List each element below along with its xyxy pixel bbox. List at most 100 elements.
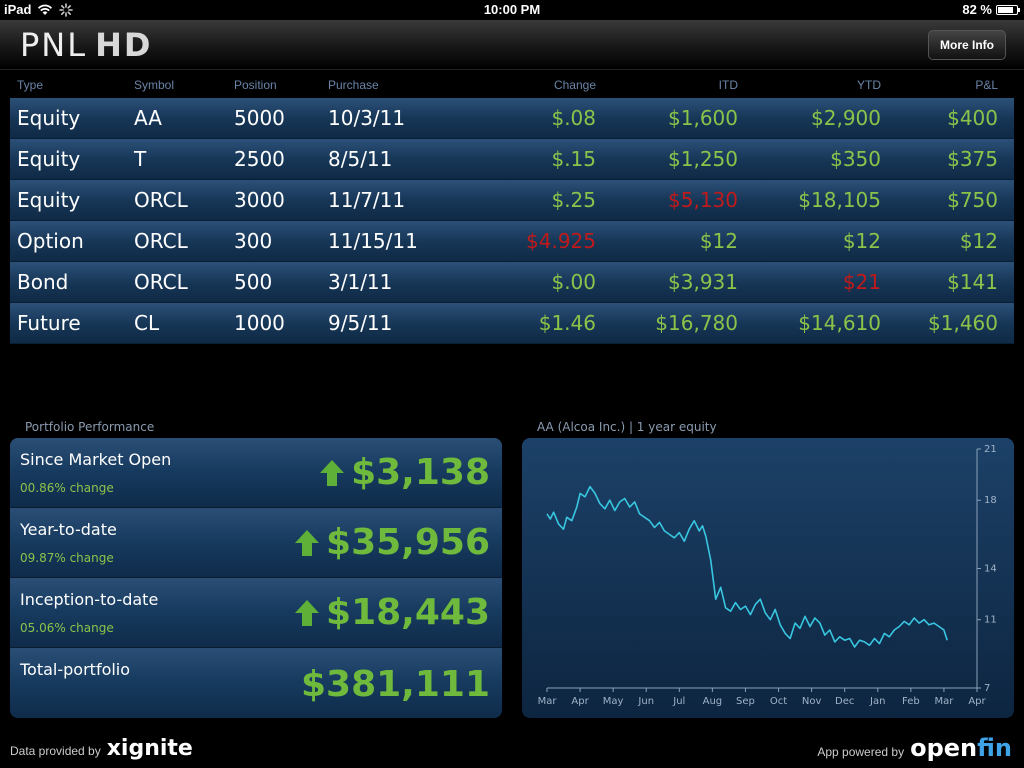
more-info-button[interactable]: More Info bbox=[928, 30, 1006, 60]
cell-ytd: $14,610 bbox=[798, 311, 881, 335]
openfin-logo-open: open bbox=[910, 734, 978, 762]
cell-change: $.00 bbox=[551, 270, 596, 294]
performance-label: Total-portfolio bbox=[20, 660, 131, 679]
performance-value: $3,138 bbox=[319, 452, 490, 493]
app-logo: PNL HD bbox=[20, 26, 152, 64]
cell-change: $.25 bbox=[551, 188, 596, 212]
cell-pnl: $400 bbox=[947, 106, 998, 130]
performance-row[interactable]: Since Market Open 00.86% change $3,138 bbox=[10, 438, 502, 508]
cell-itd: $1,600 bbox=[668, 106, 738, 130]
portfolio-performance-panel: Since Market Open 00.86% change $3,138 Y… bbox=[10, 438, 502, 718]
table-row[interactable]: Equity AA 5000 10/3/11 $.08 $1,600 $2,90… bbox=[10, 98, 1014, 139]
openfin-logo[interactable]: openfin bbox=[910, 734, 1012, 762]
cell-change: $1.46 bbox=[538, 311, 596, 335]
chart-y-tick-label: 7 bbox=[984, 683, 990, 694]
cell-position: 2500 bbox=[234, 147, 285, 171]
table-row[interactable]: Equity T 2500 8/5/11 $.15 $1,250 $350 $3… bbox=[10, 139, 1014, 180]
cell-type: Equity bbox=[17, 188, 81, 212]
chart-x-tick-label: Oct bbox=[770, 696, 787, 707]
column-header-symbol[interactable]: Symbol bbox=[127, 78, 227, 92]
openfin-logo-fin: fin bbox=[977, 734, 1012, 762]
chart-x-tick-label: Mar bbox=[934, 696, 954, 707]
cell-pnl: $750 bbox=[947, 188, 998, 212]
performance-row[interactable]: Total-portfolio $381,111 bbox=[10, 648, 502, 718]
performance-label: Since Market Open bbox=[20, 450, 172, 469]
up-arrow-icon bbox=[295, 529, 320, 556]
cell-symbol: ORCL bbox=[134, 270, 188, 294]
column-header-position[interactable]: Position bbox=[227, 78, 321, 92]
chart-x-tick-label: Feb bbox=[902, 696, 920, 707]
column-header-pnl[interactable]: P&L bbox=[881, 78, 1006, 92]
chart-title: AA (Alcoa Inc.) | 1 year equity bbox=[537, 420, 717, 434]
cell-symbol: ORCL bbox=[134, 229, 188, 253]
xignite-logo[interactable]: xignite bbox=[107, 736, 193, 761]
cell-symbol: ORCL bbox=[134, 188, 188, 212]
status-bar: iPad 10:00 PM 82 % bbox=[0, 0, 1024, 20]
cell-type: Bond bbox=[17, 270, 69, 294]
cell-ytd: $21 bbox=[842, 270, 881, 294]
cell-position: 3000 bbox=[234, 188, 285, 212]
equity-chart-panel: Mar Apr May Jun Jul Aug Sep Oct Nov Dec Jan Feb Mar A… bbox=[522, 438, 1014, 718]
chart-x-tick-label: Jun bbox=[637, 696, 654, 707]
cell-symbol: CL bbox=[134, 311, 160, 335]
positions-table: Type Symbol Position Purchase Change ITD… bbox=[10, 72, 1014, 344]
chart-series-line[interactable] bbox=[546, 485, 948, 648]
cell-purchase: 10/3/11 bbox=[328, 106, 406, 130]
cell-itd: $1,250 bbox=[668, 147, 738, 171]
table-row[interactable]: Equity ORCL 3000 11/7/11 $.25 $5,130 $18… bbox=[10, 180, 1014, 221]
column-header-purchase[interactable]: Purchase bbox=[321, 78, 496, 92]
cell-purchase: 9/5/11 bbox=[328, 311, 393, 335]
powered-by-text: App powered by bbox=[817, 745, 905, 759]
cell-change: $4.925 bbox=[526, 229, 596, 253]
performance-row[interactable]: Year-to-date 09.87% change $35,956 bbox=[10, 508, 502, 578]
battery-percent: 82 % bbox=[962, 2, 992, 17]
cell-itd: $3,931 bbox=[668, 270, 738, 294]
chart-y-tick-label: 18 bbox=[984, 495, 997, 506]
cell-itd: $12 bbox=[699, 229, 738, 253]
performance-title: Portfolio Performance bbox=[25, 420, 155, 434]
cell-change: $.08 bbox=[551, 106, 596, 130]
table-header: Type Symbol Position Purchase Change ITD… bbox=[10, 72, 1014, 98]
cell-position: 5000 bbox=[234, 106, 285, 130]
performance-row[interactable]: Inception-to-date 05.06% change $18,443 bbox=[10, 578, 502, 648]
performance-amount: $18,443 bbox=[326, 592, 490, 633]
cell-ytd: $2,900 bbox=[811, 106, 881, 130]
table-row[interactable]: Option ORCL 300 11/15/11 $4.925 $12 $12 … bbox=[10, 221, 1014, 262]
chart-x-tick-label: Dec bbox=[835, 696, 854, 707]
cell-position: 500 bbox=[234, 270, 273, 294]
performance-label: Inception-to-date bbox=[20, 590, 159, 609]
performance-amount: $381,111 bbox=[300, 664, 490, 705]
clock: 10:00 PM bbox=[483, 2, 541, 17]
up-arrow-icon bbox=[320, 459, 345, 486]
cell-symbol: AA bbox=[134, 106, 162, 130]
performance-amount: $3,138 bbox=[351, 452, 490, 493]
chart-x-tick-label: Nov bbox=[802, 696, 822, 707]
cell-itd: $5,130 bbox=[668, 188, 738, 212]
performance-value: $381,111 bbox=[301, 664, 490, 705]
performance-value: $18,443 bbox=[294, 592, 490, 633]
table-row[interactable]: Future CL 1000 9/5/11 $1.46 $16,780 $14,… bbox=[10, 303, 1014, 344]
chart-x-tick-label: Apr bbox=[571, 696, 589, 707]
cell-ytd: $350 bbox=[830, 147, 881, 171]
table-body: Equity AA 5000 10/3/11 $.08 $1,600 $2,90… bbox=[10, 98, 1014, 344]
column-header-ytd[interactable]: YTD bbox=[738, 78, 881, 92]
column-header-type[interactable]: Type bbox=[10, 78, 127, 92]
chart-x-tick-label: Apr bbox=[968, 696, 986, 707]
cell-position: 1000 bbox=[234, 311, 285, 335]
cell-type: Option bbox=[17, 229, 84, 253]
cell-purchase: 11/15/11 bbox=[328, 229, 418, 253]
column-header-change[interactable]: Change bbox=[496, 78, 596, 92]
column-header-itd[interactable]: ITD bbox=[596, 78, 738, 92]
cell-purchase: 11/7/11 bbox=[328, 188, 406, 212]
equity-line-chart: Mar Apr May Jun Jul Aug Sep Oct Nov Dec Jan Feb Mar A… bbox=[538, 444, 997, 707]
cell-purchase: 8/5/11 bbox=[328, 147, 393, 171]
performance-value: $35,956 bbox=[294, 522, 490, 563]
table-row[interactable]: Bond ORCL 500 3/1/11 $.00 $3,931 $21 $14… bbox=[10, 262, 1014, 303]
cell-symbol: T bbox=[134, 147, 147, 171]
cell-purchase: 3/1/11 bbox=[328, 270, 393, 294]
chart-x-tick-label: Sep bbox=[736, 696, 755, 707]
data-provided-text: Data provided by bbox=[10, 744, 101, 758]
chart-x-tick-label: Jul bbox=[672, 696, 685, 707]
performance-change: 09.87% change bbox=[20, 551, 114, 565]
up-arrow-icon bbox=[295, 599, 320, 626]
